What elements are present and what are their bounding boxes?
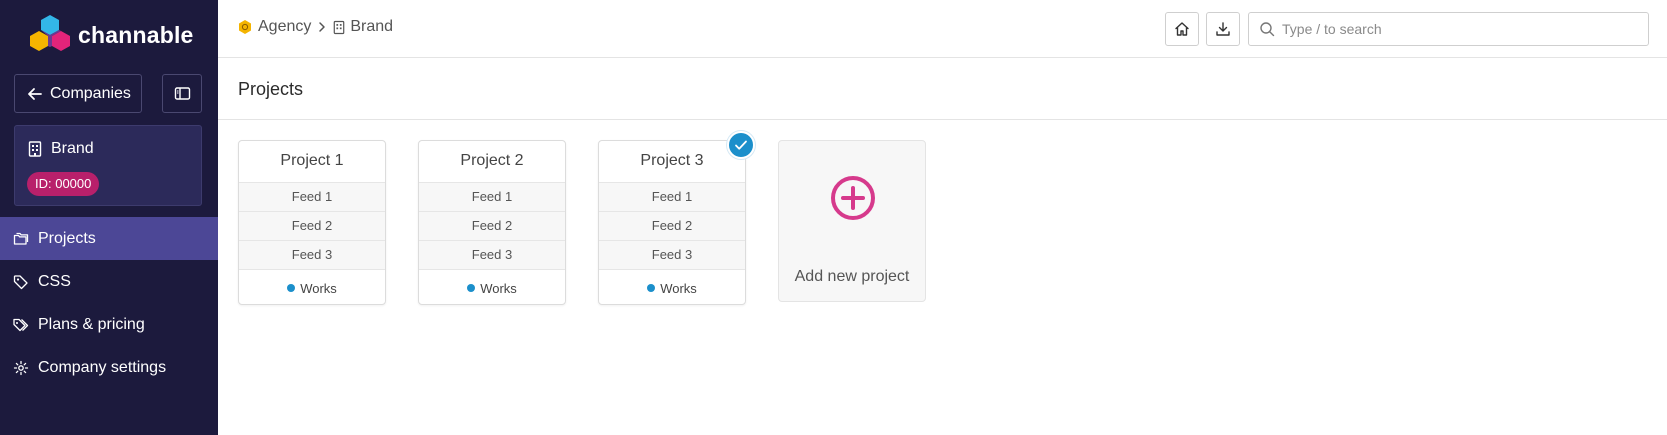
project-status-label: Works (660, 280, 697, 296)
project-status: Works (419, 269, 565, 306)
tags-icon (13, 318, 29, 331)
brand-name-label: Brand (51, 140, 94, 157)
sidebar-toggle-icon (174, 87, 190, 100)
page-title-bar: Projects (218, 58, 1667, 120)
project-feed-item: Feed 2 (419, 211, 565, 240)
project-feed-item: Feed 3 (239, 240, 385, 269)
sidebar-item-projects[interactable]: Projects (0, 217, 218, 260)
project-feed-item: Feed 1 (419, 182, 565, 211)
search-input[interactable] (1282, 21, 1642, 37)
project-card-2[interactable]: Project 2 Feed 1 Feed 2 Feed 3 Works (418, 140, 566, 305)
chevron-right-icon (317, 21, 327, 33)
building-icon (334, 20, 345, 34)
home-icon (1175, 22, 1189, 36)
agency-hexagon-icon (239, 20, 251, 34)
project-card-title: Project 1 (280, 152, 344, 169)
brand-card[interactable]: Brand ID: 00000 (14, 125, 202, 206)
project-status-label: Works (300, 280, 337, 296)
selected-check-icon (727, 131, 755, 159)
status-dot-icon (647, 284, 656, 292)
project-status: Works (599, 269, 745, 306)
channable-logo-icon (30, 15, 70, 51)
companies-back-button[interactable]: Companies (14, 74, 142, 113)
companies-button-label: Companies (50, 84, 131, 102)
brand-name: Brand (28, 140, 94, 158)
sidebar-item-company-settings[interactable]: Company settings (0, 346, 218, 389)
top-header: Agency Brand (218, 0, 1667, 58)
sidebar-item-plans-pricing[interactable]: Plans & pricing (0, 303, 218, 346)
sidebar-item-label: Company settings (38, 358, 167, 376)
folders-icon (13, 232, 29, 245)
gear-icon (13, 360, 29, 375)
collapse-sidebar-button[interactable] (162, 74, 202, 113)
building-icon (28, 141, 42, 157)
add-new-project-card[interactable]: Add new project (778, 140, 926, 302)
sidebar: channable Companies Brand ID: 00000 Proj… (0, 0, 218, 435)
project-feed-item: Feed 1 (599, 182, 745, 211)
sidebar-item-label: Plans & pricing (38, 315, 145, 333)
plus-circle-icon (831, 176, 875, 220)
project-card-title: Project 3 (640, 152, 704, 169)
sidebar-item-label: Projects (38, 229, 96, 247)
sidebar-item-css[interactable]: CSS (0, 260, 218, 303)
page-title: Projects (238, 79, 304, 99)
project-feed-item: Feed 3 (599, 240, 745, 269)
project-feed-item: Feed 3 (419, 240, 565, 269)
tag-icon (13, 274, 28, 289)
status-dot-icon (467, 284, 476, 292)
breadcrumb: Agency Brand (237, 18, 393, 36)
project-status: Works (239, 269, 385, 306)
project-status-label: Works (480, 280, 517, 296)
breadcrumb-label: Brand (350, 18, 394, 35)
sidebar-item-label: CSS (38, 272, 71, 290)
breadcrumb-brand[interactable]: Brand (333, 18, 393, 36)
project-card-3[interactable]: Project 3 Feed 1 Feed 2 Feed 3 Works (598, 140, 746, 305)
search-icon (1260, 22, 1275, 37)
brand-id-badge: ID: 00000 (27, 172, 100, 196)
search-box[interactable] (1248, 12, 1649, 46)
channable-logo[interactable]: channable (28, 14, 194, 56)
logo-text: channable (78, 21, 194, 48)
project-feed-item: Feed 2 (599, 211, 745, 240)
download-icon (1216, 22, 1230, 36)
home-button[interactable] (1165, 12, 1199, 46)
project-card-title: Project 2 (460, 152, 524, 169)
project-feed-item: Feed 2 (239, 211, 385, 240)
project-feed-item: Feed 1 (239, 182, 385, 211)
status-dot-icon (287, 284, 296, 292)
breadcrumb-label: Agency (258, 18, 312, 35)
add-new-project-label: Add new project (794, 268, 910, 285)
arrow-left-icon (28, 87, 42, 100)
sidebar-nav: Projects CSS Plans & pricing Company set… (0, 217, 218, 389)
project-card-1[interactable]: Project 1 Feed 1 Feed 2 Feed 3 Works (238, 140, 386, 305)
breadcrumb-agency[interactable]: Agency (237, 18, 311, 36)
download-button[interactable] (1206, 12, 1240, 46)
